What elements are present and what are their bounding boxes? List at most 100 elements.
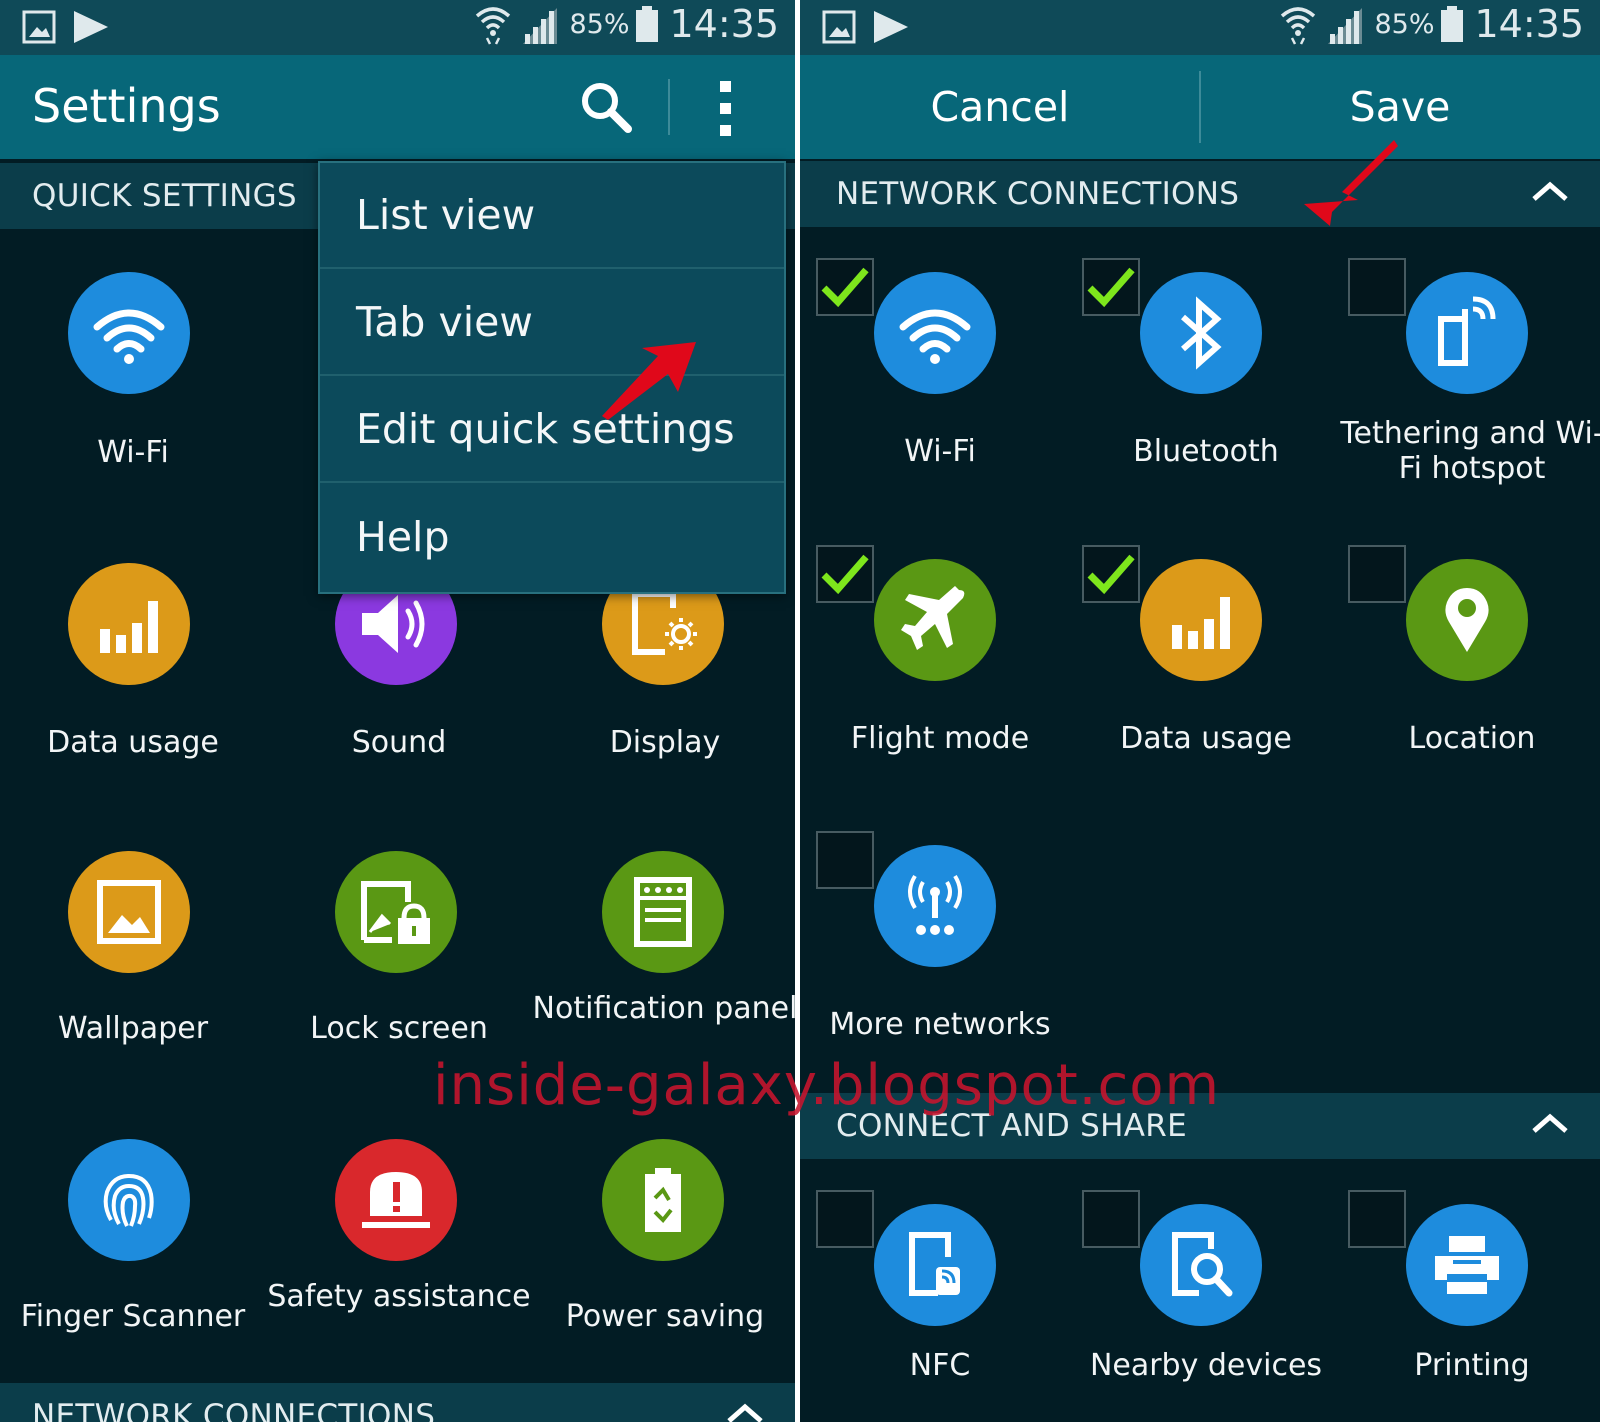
tile-printing[interactable]: Printing	[1332, 1190, 1598, 1410]
fingerprint-icon	[68, 1139, 190, 1261]
tile-wifi[interactable]: Wi-Fi	[0, 272, 266, 492]
tile-label: Data usage	[47, 725, 219, 760]
page-title: Settings	[32, 79, 221, 133]
checkbox-printing[interactable]	[1348, 1190, 1406, 1248]
gallery-notification-icon	[22, 10, 108, 44]
status-system-icons: 85% 14:35	[1278, 2, 1584, 46]
cell-signal-icon	[1328, 8, 1363, 44]
cancel-button[interactable]: Cancel	[800, 55, 1200, 159]
action-bar-divider	[668, 79, 670, 135]
checkmark-icon	[1087, 554, 1135, 595]
section-title: NETWORK CONNECTIONS	[836, 176, 1240, 212]
tile-lock-screen[interactable]: Lock screen	[266, 851, 532, 1061]
status-notification-icons	[822, 9, 932, 51]
status-system-icons: 85% 14:35	[473, 2, 779, 46]
tile-wallpaper[interactable]: Wallpaper	[0, 851, 266, 1061]
tile-safety-assistance[interactable]: Safety assistance	[266, 1139, 532, 1359]
tile-label: Power saving	[565, 1299, 765, 1334]
tile-bluetooth[interactable]: Bluetooth	[1066, 258, 1332, 488]
location-icon	[1406, 559, 1528, 681]
wifi-signal-icon	[1281, 7, 1316, 45]
checkmark-icon	[1087, 267, 1135, 308]
tile-tethering-hotspot[interactable]: Tethering and Wi-Fi hotspot	[1332, 258, 1600, 488]
tile-label: Location	[1408, 721, 1536, 756]
menu-item-edit-quick-settings[interactable]: Edit quick settings	[320, 377, 784, 483]
network-connections-header: NETWORK CONNECTIONS	[800, 161, 1600, 227]
tile-flight-mode[interactable]: Flight mode	[800, 545, 1066, 765]
action-bar: Settings	[0, 55, 795, 159]
tile-label: Notification panel	[532, 991, 795, 1026]
lock-screen-icon	[335, 851, 457, 973]
clock: 14:35	[1474, 2, 1584, 46]
menu-item-tab-view[interactable]: Tab view	[320, 270, 784, 376]
nearby-devices-icon	[1140, 1204, 1262, 1326]
tile-label: Wallpaper	[57, 1011, 209, 1046]
tile-nfc[interactable]: NFC	[800, 1190, 1066, 1410]
checkbox-tethering[interactable]	[1348, 258, 1406, 316]
tile-label: Nearby devices	[1089, 1348, 1323, 1383]
more-networks-icon	[874, 845, 996, 967]
chevron-up-icon[interactable]	[1530, 1111, 1570, 1135]
battery-percent: 85%	[569, 8, 630, 40]
tile-finger-scanner[interactable]: Finger Scanner	[0, 1139, 266, 1349]
section-title: QUICK SETTINGS	[32, 178, 297, 214]
bluetooth-icon	[1140, 272, 1262, 394]
power-saving-icon	[602, 1139, 724, 1261]
tile-label: Data usage	[1120, 721, 1292, 756]
data-usage-icon	[68, 563, 190, 685]
red-arrow-annotation	[1304, 140, 1398, 226]
tile-label: Display	[609, 725, 721, 760]
menu-item-list-view[interactable]: List view	[320, 163, 784, 269]
chevron-up-icon[interactable]	[725, 1401, 765, 1422]
left-screen: 85% 14:35 Settings QUICK SETTINGS Wi-Fi …	[0, 0, 795, 1422]
wifi-icon	[874, 272, 996, 394]
safety-alert-icon	[335, 1139, 457, 1261]
tile-label: Printing	[1414, 1348, 1530, 1383]
checkbox-more-networks[interactable]	[816, 831, 874, 889]
tile-wifi[interactable]: Wi-Fi	[800, 258, 1066, 488]
wifi-signal-icon	[476, 7, 511, 45]
more-options-icon[interactable]	[718, 81, 734, 137]
tile-label: More networks	[829, 1007, 1051, 1042]
search-icon[interactable]	[578, 79, 634, 135]
airplane-icon	[874, 559, 996, 681]
section-title: NETWORK CONNECTIONS	[32, 1398, 436, 1422]
checkbox-flight-mode[interactable]	[816, 545, 874, 603]
printer-icon	[1406, 1204, 1528, 1326]
status-bar: 85% 14:35	[800, 0, 1600, 55]
edit-action-bar: Cancel Save	[800, 55, 1600, 159]
tile-label: Wi-Fi	[904, 434, 976, 469]
watermark: inside-galaxy.blogspot.com	[433, 1053, 1221, 1118]
checkbox-nearby-devices[interactable]	[1082, 1190, 1140, 1248]
tile-nearby-devices[interactable]: Nearby devices	[1066, 1190, 1332, 1410]
tile-data-usage[interactable]: Data usage	[1066, 545, 1332, 765]
tile-notification-panel[interactable]: Notification panel	[532, 851, 795, 1061]
checkbox-location[interactable]	[1348, 545, 1406, 603]
wifi-icon	[68, 272, 190, 394]
gallery-notification-icon	[822, 10, 908, 44]
tile-location[interactable]: Location	[1332, 545, 1598, 765]
status-notification-icons	[22, 9, 132, 51]
overflow-menu: List view Tab view Edit quick settings H…	[318, 161, 786, 594]
battery-icon	[636, 6, 659, 42]
tile-label: Safety assistance	[267, 1279, 531, 1314]
tile-power-saving[interactable]: Power saving	[532, 1139, 795, 1349]
checkbox-wifi[interactable]	[816, 258, 874, 316]
checkmark-icon	[821, 267, 869, 308]
tile-label: Bluetooth	[1133, 434, 1279, 469]
red-arrow-annotation	[602, 342, 696, 420]
checkbox-nfc[interactable]	[816, 1190, 874, 1248]
checkbox-bluetooth[interactable]	[1082, 258, 1140, 316]
tile-label: NFC	[909, 1348, 971, 1383]
hotspot-icon	[1406, 272, 1528, 394]
chevron-up-icon[interactable]	[1530, 179, 1570, 203]
cell-signal-icon	[523, 8, 558, 44]
tile-more-networks[interactable]: More networks	[800, 831, 1066, 1051]
tile-data-usage[interactable]: Data usage	[0, 563, 266, 763]
data-usage-icon	[1140, 559, 1262, 681]
menu-item-help[interactable]: Help	[320, 484, 784, 590]
tile-label: Sound	[351, 725, 447, 760]
checkbox-data-usage[interactable]	[1082, 545, 1140, 603]
tile-label: Finger Scanner	[20, 1299, 246, 1334]
checkmark-icon	[821, 554, 869, 595]
